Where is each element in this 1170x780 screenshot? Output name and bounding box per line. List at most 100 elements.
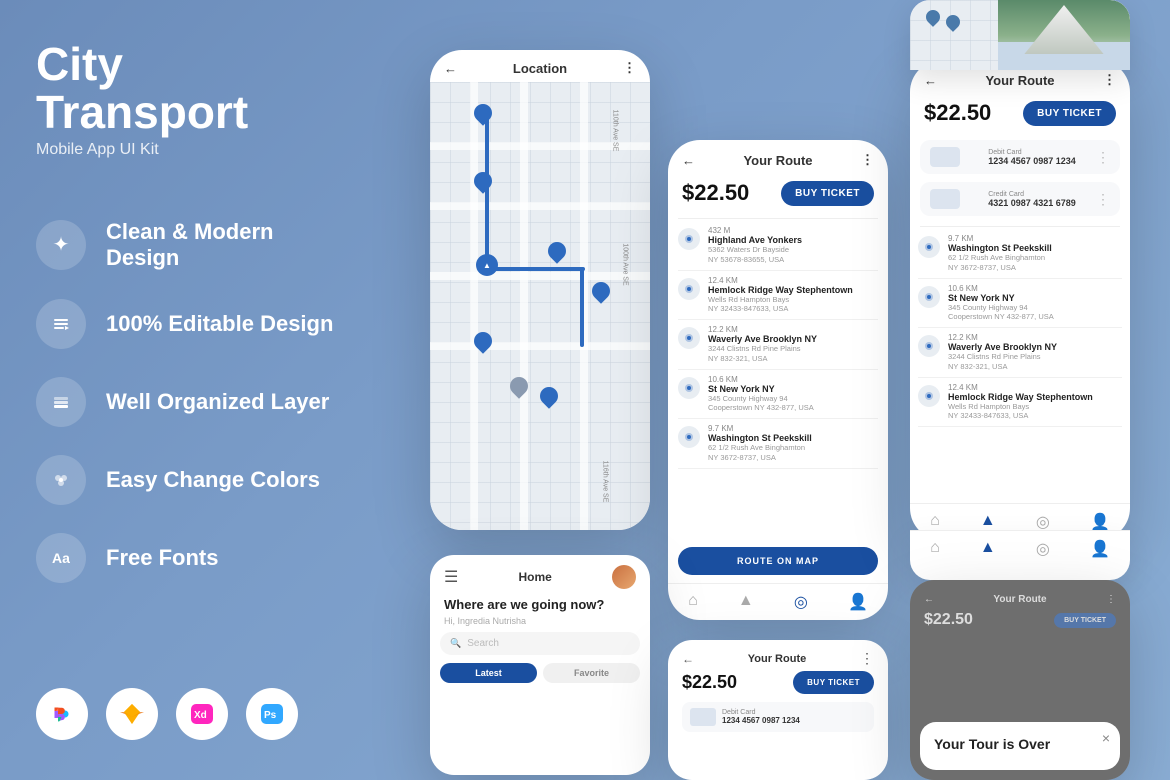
route-price: $22.50 bbox=[682, 180, 749, 206]
debit-card-type: Debit Card bbox=[988, 149, 1076, 156]
tab-favorite[interactable]: Favorite bbox=[543, 663, 640, 683]
search-icon: 🔍 bbox=[450, 638, 461, 649]
route-stops-list: 432 M Highland Ave Yonkers 5362 Waters D… bbox=[668, 221, 888, 539]
tools-row: Xd Ps bbox=[36, 628, 334, 740]
route-right-buy-btn[interactable]: BUY TICKET bbox=[1023, 101, 1116, 126]
route-right-title: Your Route bbox=[985, 73, 1054, 88]
stop-addr-2: 3244 Clistns Rd Pine PlainsNY 832-321, U… bbox=[708, 344, 878, 364]
stop-km-3: 10.6 KM bbox=[708, 375, 878, 384]
stop-name-0: Highland Ave Yonkers bbox=[708, 235, 878, 245]
phone-map: ← Location ⋮ bbox=[430, 50, 650, 530]
stop-addr-4: 62 1/2 Rush Ave BinghamtonNY 3672-8737, … bbox=[708, 443, 878, 463]
map-menu[interactable]: ⋮ bbox=[623, 60, 636, 76]
compass-icon: ▲ bbox=[476, 254, 498, 276]
nav-partial-profile[interactable]: 👤 bbox=[1090, 539, 1110, 572]
stop-item-0: 432 M Highland Ave Yonkers 5362 Waters D… bbox=[678, 221, 878, 271]
phone-route-bottom: ← Your Route ⋮ $22.50 BUY TICKET Debit C… bbox=[668, 640, 888, 780]
route-bottom-buy-btn[interactable]: BUY TICKET bbox=[793, 671, 874, 694]
search-placeholder: Search bbox=[467, 638, 499, 649]
nav-home-r[interactable]: ⌂ bbox=[930, 512, 940, 532]
nav-map[interactable]: ◎ bbox=[794, 592, 808, 612]
nav-route[interactable]: ▲ bbox=[738, 592, 754, 612]
nav-map-r[interactable]: ◎ bbox=[1036, 512, 1050, 532]
nav-partial-home[interactable]: ⌂ bbox=[930, 539, 940, 572]
nav-profile[interactable]: 👤 bbox=[848, 592, 868, 612]
debit-card: Debit Card 1234 4567 0987 1234 ⋮ bbox=[920, 140, 1120, 174]
phone-top-partial-nav: ⌂ ▲ ◎ 👤 bbox=[910, 530, 1130, 580]
home-greeting: Where are we going now? bbox=[430, 593, 650, 616]
map-back[interactable]: ← bbox=[444, 61, 457, 76]
route-menu[interactable]: ⋮ bbox=[861, 152, 874, 168]
colors-label: Easy Change Colors bbox=[106, 467, 320, 493]
stop-addr-1: Wells Rd Hampton BaysNY 32433-847633, US… bbox=[708, 295, 878, 315]
phone-top-partial bbox=[910, 0, 1130, 70]
clean-label: Clean & Modern Design bbox=[106, 219, 334, 271]
map-title: Location bbox=[513, 61, 567, 76]
nav-route-r[interactable]: ▲ bbox=[980, 512, 996, 532]
brand-title: City Transport bbox=[36, 40, 334, 137]
stop-item-1: 12.4 KM Hemlock Ridge Way Stephentown We… bbox=[678, 271, 878, 321]
home-menu-icon[interactable]: ☰ bbox=[444, 567, 458, 587]
nav-partial-map[interactable]: ◎ bbox=[1036, 539, 1050, 572]
feature-colors: Easy Change Colors bbox=[36, 455, 334, 505]
r-stop-1: 10.6 KM St New York NY 345 County Highwa… bbox=[918, 279, 1122, 329]
home-search[interactable]: 🔍 Search bbox=[440, 632, 640, 655]
tab-latest[interactable]: Latest bbox=[440, 663, 537, 683]
svg-text:Ps: Ps bbox=[264, 710, 277, 721]
route-right-menu[interactable]: ⋮ bbox=[1103, 72, 1116, 88]
stop-km-4: 9.7 KM bbox=[708, 424, 878, 433]
nav-partial-route[interactable]: ▲ bbox=[980, 539, 996, 572]
xd-icon[interactable]: Xd bbox=[176, 688, 228, 740]
bottom-card-type: Debit Card bbox=[722, 709, 800, 716]
route-on-map-button[interactable]: ROUTE ON MAP bbox=[678, 547, 878, 575]
svg-text:Xd: Xd bbox=[194, 710, 207, 721]
stop-km-0: 432 M bbox=[708, 226, 878, 235]
bottom-nav: ⌂ ▲ ◎ 👤 bbox=[668, 583, 888, 620]
stop-item-2: 12.2 KM Waverly Ave Brooklyn NY 3244 Cli… bbox=[678, 320, 878, 370]
stop-name-1: Hemlock Ridge Way Stephentown bbox=[708, 285, 878, 295]
phone-route-main: ← Your Route ⋮ $22.50 BUY TICKET 432 M H… bbox=[668, 140, 888, 620]
nav-home[interactable]: ⌂ bbox=[688, 592, 698, 612]
credit-card-menu[interactable]: ⋮ bbox=[1096, 191, 1110, 208]
route-right-price: $22.50 bbox=[924, 100, 991, 126]
map-area: ▲ 100th Ave SE 110th Ave SE 116th Ave SE bbox=[430, 82, 650, 530]
r-stop-0: 9.7 KM Washington St Peekskill 62 1/2 Ru… bbox=[918, 229, 1122, 279]
phone-home: ☰ Home Where are we going now? Hi, Ingre… bbox=[430, 555, 650, 775]
buy-ticket-button[interactable]: BUY TICKET bbox=[781, 181, 874, 206]
fonts-label: Free Fonts bbox=[106, 545, 218, 571]
home-title: Home bbox=[519, 570, 552, 584]
debit-card-menu[interactable]: ⋮ bbox=[1096, 149, 1110, 166]
ps-icon[interactable]: Ps bbox=[246, 688, 298, 740]
feature-list: ✦ Clean & Modern Design 100% Editable De… bbox=[36, 219, 334, 583]
route-bottom-menu[interactable]: ⋮ bbox=[860, 650, 874, 667]
left-panel: City Transport Mobile App UI Kit ✦ Clean… bbox=[0, 0, 370, 780]
editable-label: 100% Editable Design bbox=[106, 311, 333, 337]
fonts-icon: Aa bbox=[36, 533, 86, 583]
route-back[interactable]: ← bbox=[682, 153, 695, 168]
colors-icon bbox=[36, 455, 86, 505]
route-right-back[interactable]: ← bbox=[924, 73, 937, 88]
route-price-row: $22.50 BUY TICKET bbox=[668, 174, 888, 216]
route-right-price-row: $22.50 BUY TICKET bbox=[910, 94, 1130, 136]
phone-route-payment: ← Your Route ⋮ $22.50 BUY TICKET Debit C… bbox=[910, 60, 1130, 540]
sketch-icon[interactable] bbox=[106, 688, 158, 740]
debit-card-num: 1234 4567 0987 1234 bbox=[988, 156, 1076, 166]
tour-over-title: Your Tour is Over bbox=[934, 736, 1106, 752]
tour-over-close-btn[interactable]: × bbox=[1102, 730, 1110, 746]
home-header: ☰ Home bbox=[430, 555, 650, 593]
figma-icon[interactable] bbox=[36, 688, 88, 740]
stop-km-2: 12.2 KM bbox=[708, 325, 878, 334]
stop-km-1: 12.4 KM bbox=[708, 276, 878, 285]
r-stop-3: 12.4 KM Hemlock Ridge Way Stephentown We… bbox=[918, 378, 1122, 428]
clean-icon: ✦ bbox=[36, 220, 86, 270]
stop-name-3: St New York NY bbox=[708, 384, 878, 394]
route-bottom-title: Your Route bbox=[748, 653, 806, 665]
route-bottom-price: $22.50 bbox=[682, 672, 737, 693]
feature-layers: Well Organized Layer bbox=[36, 377, 334, 427]
nav-profile-r[interactable]: 👤 bbox=[1090, 512, 1110, 532]
bottom-card-num: 1234 4567 0987 1234 bbox=[722, 716, 800, 725]
route-bottom-back[interactable]: ← bbox=[682, 652, 694, 666]
route-right-stops: 9.7 KM Washington St Peekskill 62 1/2 Ru… bbox=[910, 229, 1130, 503]
credit-card: Credit Card 4321 0987 4321 6789 ⋮ bbox=[920, 182, 1120, 216]
stop-addr-3: 345 County Highway 94Cooperstown NY 432-… bbox=[708, 394, 878, 414]
